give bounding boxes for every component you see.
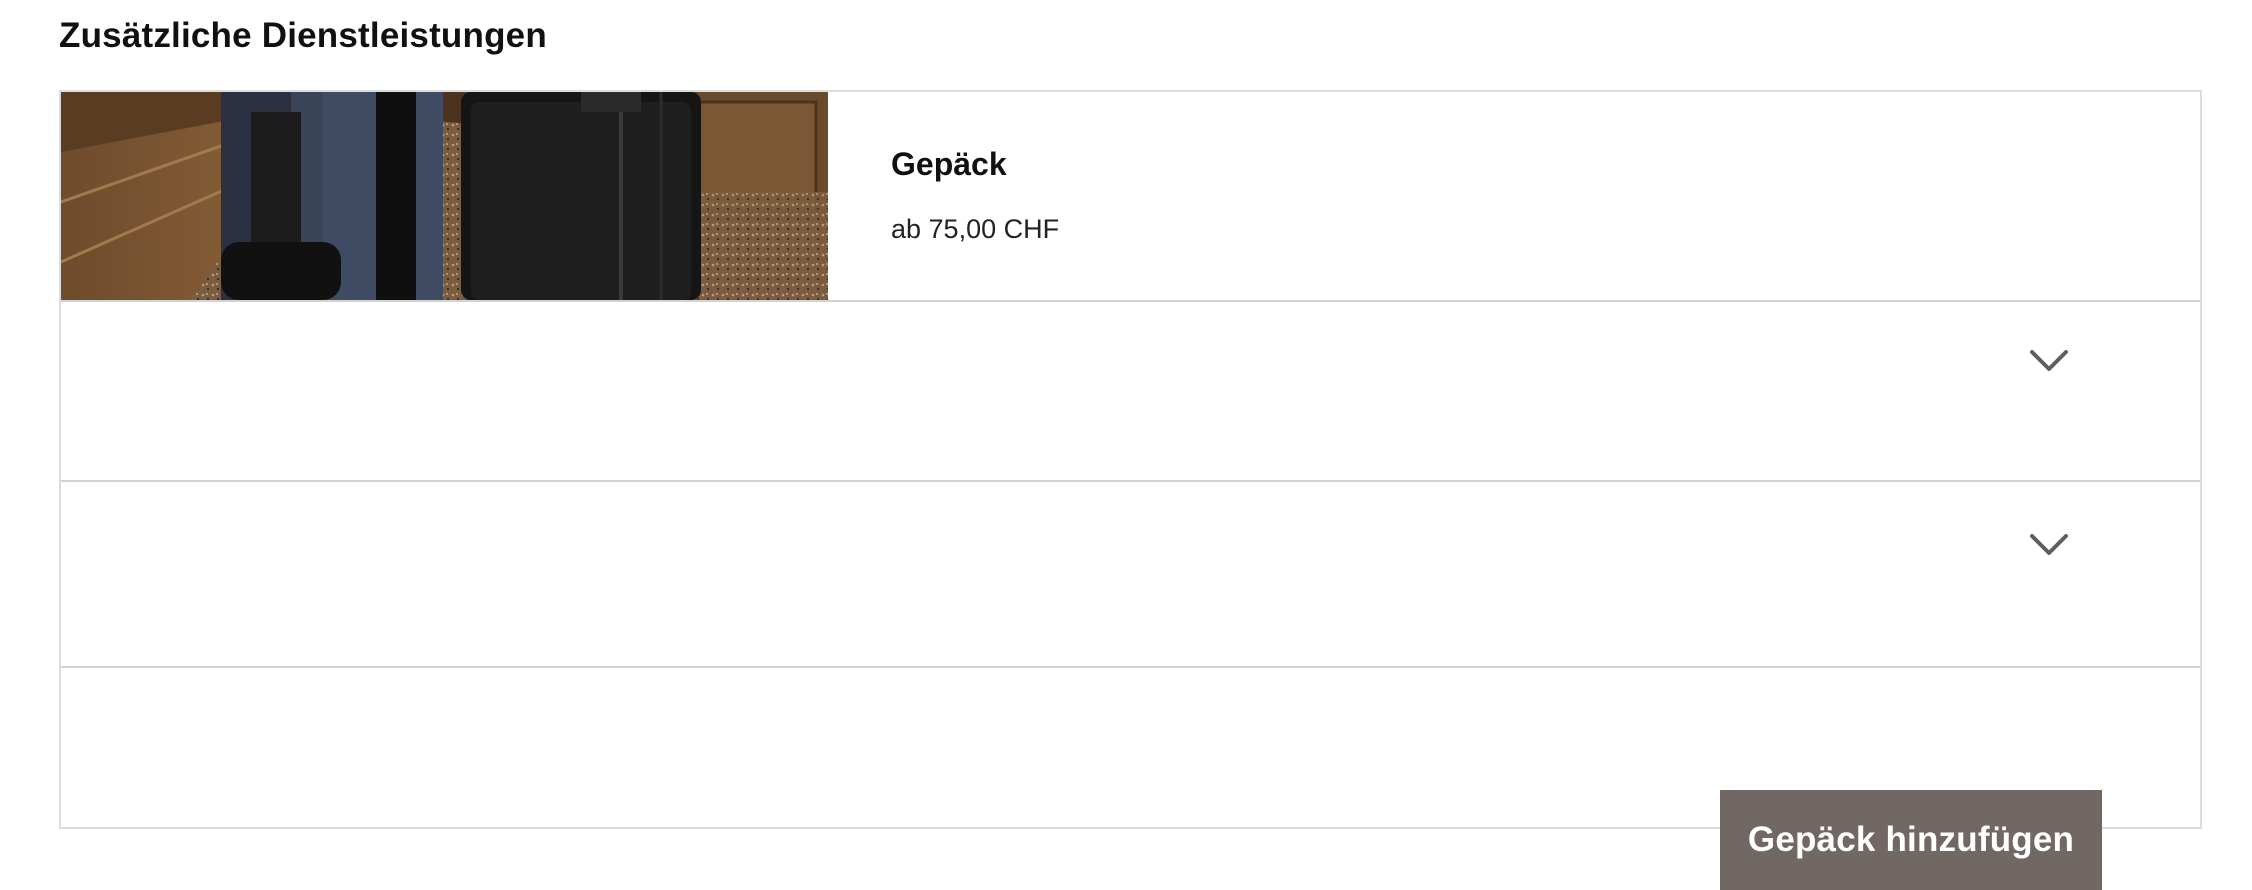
service-footer: Gepäck hinzufügen: [61, 668, 2200, 890]
service-title: Gepäck: [891, 146, 1007, 182]
chevron-down-icon[interactable]: [2029, 532, 2069, 558]
chevron-down-icon[interactable]: [2029, 348, 2069, 374]
section-title: Zusätzliche Dienstleistungen: [59, 16, 547, 55]
accordion-row-1[interactable]: [61, 302, 2200, 482]
service-summary-row: Gepäck ab 75,00 CHF: [61, 92, 2200, 302]
luggage-photo: [61, 92, 828, 300]
service-card: Gepäck ab 75,00 CHF Gepäck hinzufügen: [59, 90, 2202, 890]
accordion-row-2[interactable]: [61, 482, 2200, 668]
luggage-photo-image: [61, 92, 828, 300]
service-price: ab 75,00 CHF: [891, 214, 1060, 244]
add-luggage-button[interactable]: Gepäck hinzufügen: [1720, 790, 2102, 890]
